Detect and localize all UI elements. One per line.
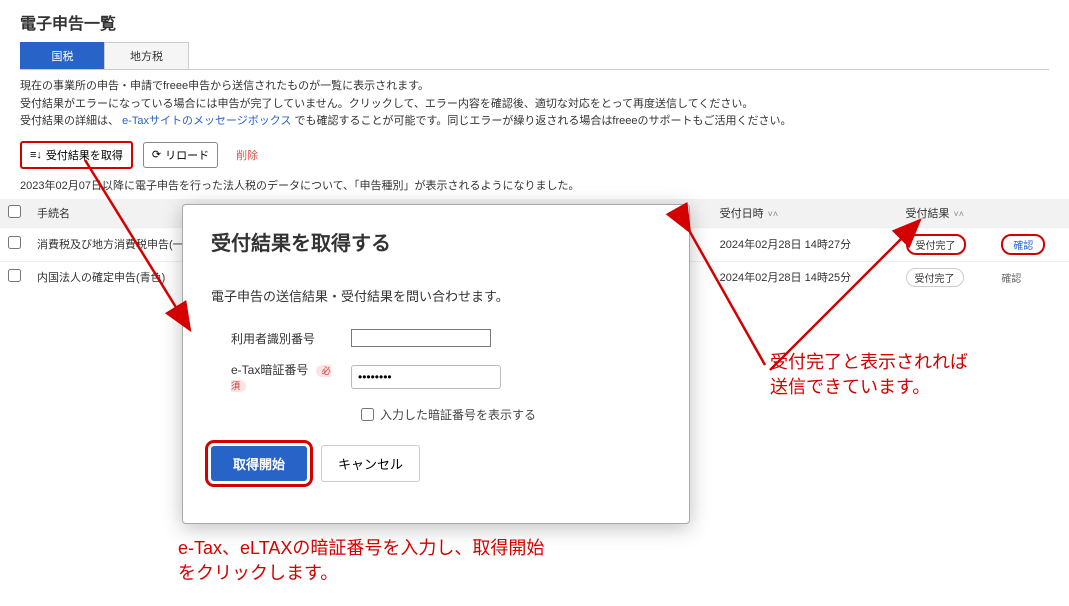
cell-receipt-time: 2024年02月28日 14時25分 (712, 261, 898, 293)
form-row-password: e-Tax暗証番号 必須 (211, 361, 661, 392)
start-fetch-button[interactable]: 取得開始 (211, 446, 307, 481)
modal-lead: 電子申告の送信結果・受付結果を問い合わせます。 (211, 286, 661, 305)
cell-receipt-time: 2024年02月28日 14時27分 (712, 227, 898, 261)
password-label: e-Tax暗証番号 必須 (231, 361, 341, 392)
desc-line2a: 受付結果がエラーになっている場合には申告が完了していません。クリックして、エラー… (20, 96, 1049, 114)
cancel-button[interactable]: キャンセル (321, 445, 420, 482)
reload-label: リロード (165, 147, 209, 163)
form-row-user-id: 利用者識別番号 (211, 329, 661, 347)
delete-button[interactable]: 削除 (228, 143, 266, 167)
col-result[interactable]: 受付結果˅˄ (898, 199, 994, 228)
row-checkbox[interactable] (8, 236, 21, 249)
modal-title: 受付結果を取得する (211, 227, 661, 256)
desc-line2b-post: でも確認することが可能です。同じエラーが繰り返される場合はfreeeのサポートも… (294, 115, 791, 127)
user-id-value-box (351, 329, 491, 347)
desc-line1: 現在の事業所の申告・申請でfreee申告から送信されたものが一覧に表示されます。 (20, 78, 1049, 96)
select-all-checkbox[interactable] (8, 205, 21, 218)
tab-national-tax[interactable]: 国税 (20, 42, 105, 69)
fetch-results-label: 受付結果を取得 (46, 147, 123, 163)
tab-local-tax[interactable]: 地方税 (104, 42, 189, 69)
fetch-results-button[interactable]: ≡↓ 受付結果を取得 (20, 141, 133, 169)
description-block: 現在の事業所の申告・申請でfreee申告から送信されたものが一覧に表示されます。… (0, 70, 1069, 135)
col-checkbox (0, 199, 29, 228)
annotation-right: 受付完了と表示されれば 送信できています。 (770, 350, 968, 400)
annotation-bottom: e-Tax、eLTAXの暗証番号を入力し、取得開始 をクリックします。 (178, 536, 544, 586)
reload-icon: ⟳ (152, 148, 161, 161)
page-title: 電子申告一覧 (0, 0, 1069, 42)
desc-line2b: 受付結果の詳細は、 e-Taxサイトのメッセージボックス でも確認することが可能… (20, 113, 1049, 131)
fetch-results-modal: 受付結果を取得する 電子申告の送信結果・受付結果を問い合わせます。 利用者識別番… (182, 204, 690, 524)
col-receipt-time[interactable]: 受付日時˅˄ (712, 199, 898, 228)
show-password-label: 入力した暗証番号を表示する (380, 406, 536, 423)
sort-icon: ˅˄ (768, 209, 779, 219)
confirm-button[interactable]: 確認 (1001, 234, 1045, 255)
sort-icon: ˅˄ (954, 209, 965, 219)
status-badge: 受付完了 (906, 234, 966, 255)
user-id-label: 利用者識別番号 (231, 330, 341, 347)
etax-messagebox-link[interactable]: e-Taxサイトのメッセージボックス (122, 115, 291, 127)
desc-line2b-pre: 受付結果の詳細は、 (20, 115, 119, 127)
row-checkbox[interactable] (8, 269, 21, 282)
modal-actions: 取得開始 キャンセル (211, 445, 661, 482)
confirm-label: 確認 (1001, 274, 1021, 285)
status-badge: 受付完了 (906, 268, 964, 287)
reload-button[interactable]: ⟳ リロード (143, 142, 218, 168)
show-password-row: 入力した暗証番号を表示する (211, 406, 661, 423)
hint-text: 2023年02月07日以降に電子申告を行った法人税のデータについて、「申告種別」… (0, 175, 1069, 199)
etax-password-input[interactable] (351, 365, 501, 389)
download-icon: ≡↓ (30, 149, 42, 161)
toolbar: ≡↓ 受付結果を取得 ⟳ リロード 削除 (0, 135, 1069, 175)
show-password-checkbox[interactable] (361, 408, 374, 421)
tab-row: 国税 地方税 (20, 42, 1049, 70)
